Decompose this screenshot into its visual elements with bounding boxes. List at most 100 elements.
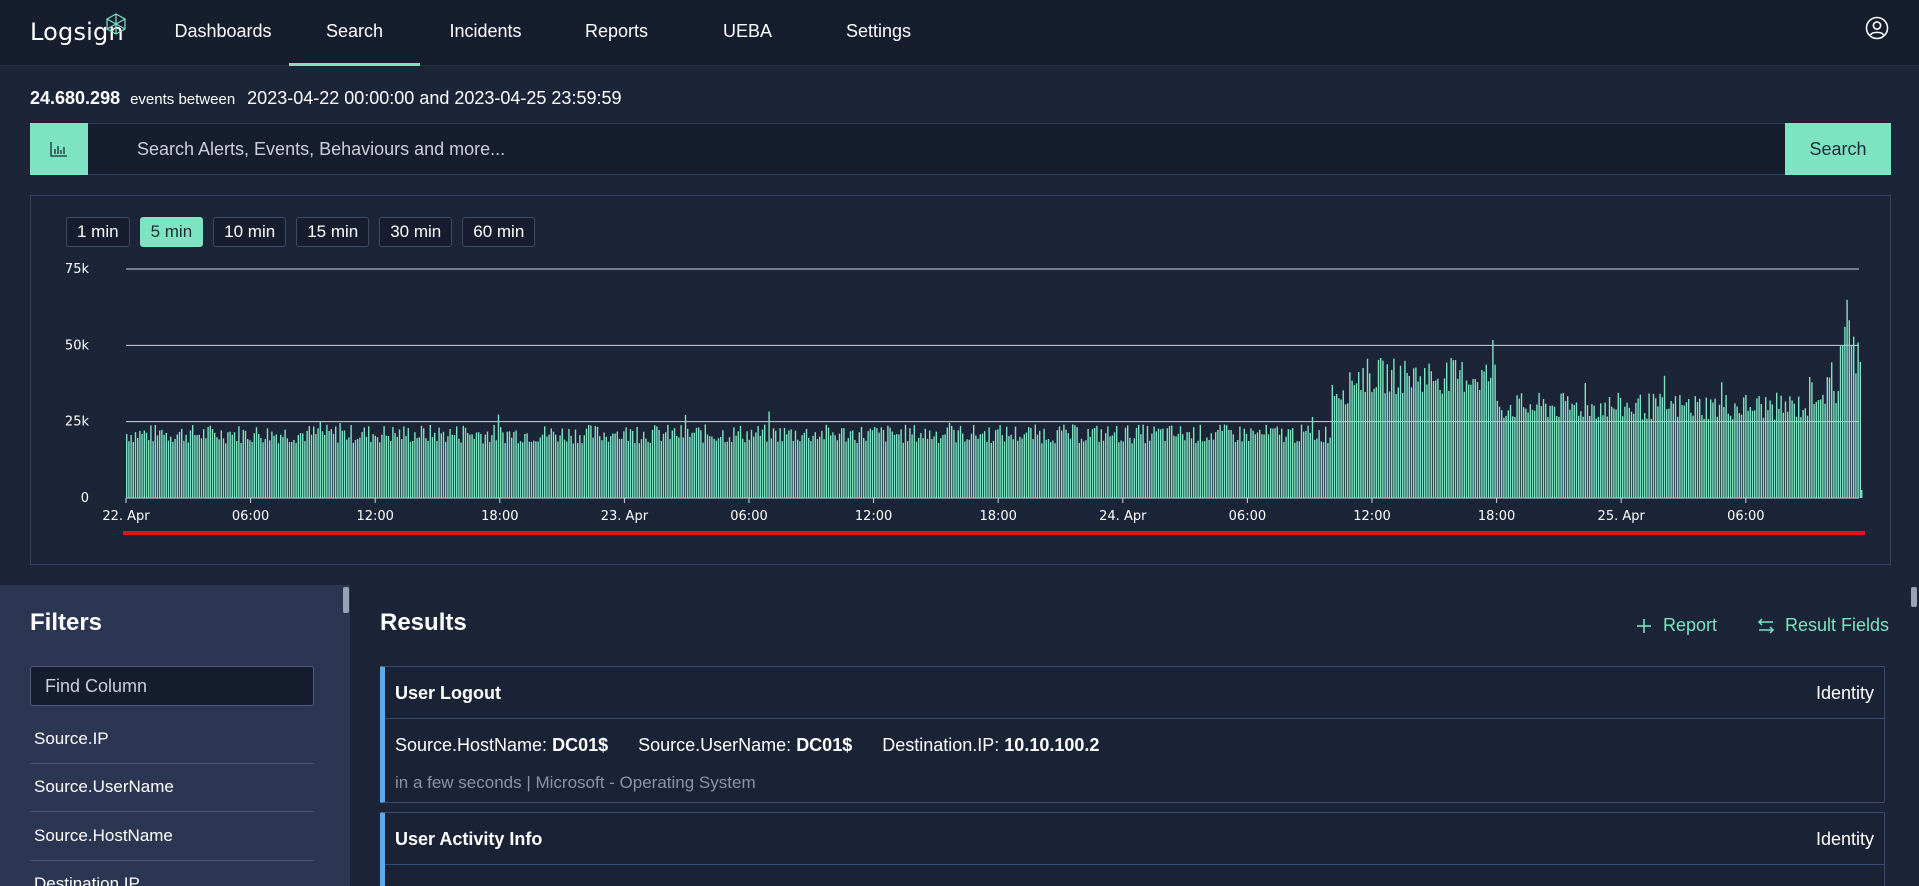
result-field[interactable]: Destination.IP: 10.10.100.2 bbox=[882, 735, 1099, 756]
histogram-bar bbox=[612, 433, 614, 498]
interval-5min[interactable]: 5 min bbox=[139, 217, 204, 247]
event-histogram[interactable]: 0 25k 50k 75k 22. Apr 06:00 12:00 18:00 23. Apr 0… bbox=[31, 196, 1892, 566]
histogram-bar bbox=[526, 433, 528, 498]
histogram-bar bbox=[1237, 439, 1239, 498]
histogram-bar bbox=[599, 436, 601, 498]
histogram-bar bbox=[130, 434, 132, 498]
result-card-header[interactable]: User Activity Info Identity bbox=[385, 813, 1884, 865]
histogram-bar bbox=[361, 431, 363, 498]
result-card[interactable]: User Activity Info Identity bbox=[380, 812, 1885, 886]
nav-ueba[interactable]: UEBA bbox=[682, 0, 813, 66]
histogram-bar bbox=[1208, 439, 1210, 498]
histogram-bar bbox=[1648, 393, 1650, 498]
histogram-bar bbox=[746, 431, 748, 498]
histogram-bar bbox=[500, 427, 502, 498]
histogram-bar bbox=[1340, 399, 1342, 498]
histogram-bar bbox=[1569, 409, 1571, 498]
histogram-bar bbox=[1067, 433, 1069, 498]
histogram-bar bbox=[453, 435, 456, 498]
histogram-bar bbox=[376, 437, 379, 498]
histogram-bar bbox=[137, 438, 139, 498]
nav-incidents[interactable]: Incidents bbox=[420, 0, 551, 66]
histogram-bar bbox=[1129, 437, 1131, 498]
filter-item-source-ip[interactable]: Source.IP bbox=[30, 716, 314, 764]
histogram-bar bbox=[150, 425, 152, 498]
interval-30min[interactable]: 30 min bbox=[379, 217, 453, 247]
histogram-bar bbox=[946, 427, 948, 498]
histogram-bar bbox=[1496, 400, 1498, 498]
histogram-bar bbox=[258, 433, 260, 498]
filters-scrollbar[interactable] bbox=[343, 587, 349, 613]
histogram-bar bbox=[315, 433, 317, 498]
result-card-header[interactable]: User Logout Identity bbox=[385, 667, 1884, 719]
results-scrollbar[interactable] bbox=[1911, 587, 1917, 607]
histogram-bar bbox=[214, 432, 216, 498]
time-range[interactable]: 2023-04-22 00:00:00 and 2023-04-25 23:59… bbox=[247, 88, 621, 109]
histogram-bar bbox=[1470, 384, 1472, 498]
histogram-bar bbox=[1105, 433, 1107, 498]
histogram-bar bbox=[588, 424, 590, 498]
filter-item-source-username[interactable]: Source.UserName bbox=[30, 764, 314, 812]
search-input[interactable] bbox=[89, 124, 1774, 174]
interval-1min[interactable]: 1 min bbox=[66, 217, 130, 247]
nav-search[interactable]: Search bbox=[289, 0, 420, 66]
interval-15min[interactable]: 15 min bbox=[296, 217, 370, 247]
histogram-bar bbox=[431, 437, 434, 498]
histogram-bar bbox=[878, 432, 880, 498]
histogram-bar bbox=[225, 443, 227, 498]
user-account-icon[interactable] bbox=[1865, 16, 1889, 40]
histogram-bar bbox=[579, 434, 581, 498]
interval-60min[interactable]: 60 min bbox=[462, 217, 536, 247]
x-tick-label: 06:00 bbox=[232, 509, 269, 524]
result-field[interactable]: Source.UserName: DC01$ bbox=[638, 735, 852, 756]
histogram-bar bbox=[603, 432, 605, 498]
nav-settings[interactable]: Settings bbox=[813, 0, 944, 66]
histogram-bar bbox=[1787, 411, 1789, 498]
histogram-bar bbox=[1622, 416, 1624, 498]
filter-item-source-hostname[interactable]: Source.HostName bbox=[30, 813, 314, 861]
histogram-bar bbox=[1300, 424, 1303, 498]
histogram-bar bbox=[1362, 367, 1364, 498]
histogram-bar bbox=[1292, 428, 1294, 498]
histogram-bar bbox=[755, 432, 757, 498]
histogram-bar bbox=[1520, 393, 1523, 498]
histogram-bar bbox=[1318, 430, 1320, 498]
y-tick-label: 75k bbox=[65, 262, 90, 277]
histogram-bar bbox=[854, 439, 856, 498]
search-button[interactable]: Search bbox=[1785, 123, 1891, 175]
filter-item-destination-ip[interactable]: Destination.IP bbox=[30, 861, 314, 886]
histogram-bar bbox=[585, 428, 588, 498]
result-card[interactable]: User Logout Identity Source.HostName: DC… bbox=[380, 666, 1885, 803]
result-field[interactable]: Source.HostName: DC01$ bbox=[395, 735, 608, 756]
histogram-bar bbox=[1358, 371, 1360, 498]
histogram-bar bbox=[823, 439, 825, 498]
nav-dashboards[interactable]: Dashboards bbox=[160, 0, 286, 66]
nav-reports[interactable]: Reports bbox=[551, 0, 682, 66]
histogram-bar bbox=[1175, 436, 1177, 498]
histogram-bar bbox=[1094, 427, 1096, 498]
histogram-bar bbox=[566, 441, 568, 498]
report-button[interactable]: Report bbox=[1635, 615, 1717, 636]
histogram-bar bbox=[1483, 371, 1485, 498]
histogram-bar bbox=[218, 439, 220, 498]
histogram-bar bbox=[1254, 434, 1256, 498]
histogram-bar bbox=[1732, 419, 1734, 498]
find-column-input[interactable] bbox=[30, 666, 314, 706]
interval-10min[interactable]: 10 min bbox=[213, 217, 287, 247]
y-tick-label: 50k bbox=[65, 338, 90, 353]
histogram-bar bbox=[711, 436, 713, 498]
histogram-bar bbox=[222, 438, 225, 498]
histogram-bar bbox=[262, 442, 264, 498]
histogram-bar bbox=[1371, 392, 1373, 498]
x-tick-label: 18:00 bbox=[979, 509, 1016, 524]
histogram-bar bbox=[425, 438, 427, 498]
histogram-bar bbox=[1164, 440, 1166, 498]
histogram-bar bbox=[244, 430, 247, 498]
histogram-bar bbox=[1402, 393, 1404, 498]
histogram-bar bbox=[1465, 380, 1468, 498]
result-fields-button[interactable]: Result Fields bbox=[1757, 615, 1889, 636]
histogram-bar bbox=[733, 427, 735, 498]
x-tick-label: 12:00 bbox=[855, 509, 892, 524]
chart-toggle-button[interactable] bbox=[30, 123, 88, 175]
histogram-bar bbox=[1184, 440, 1186, 498]
